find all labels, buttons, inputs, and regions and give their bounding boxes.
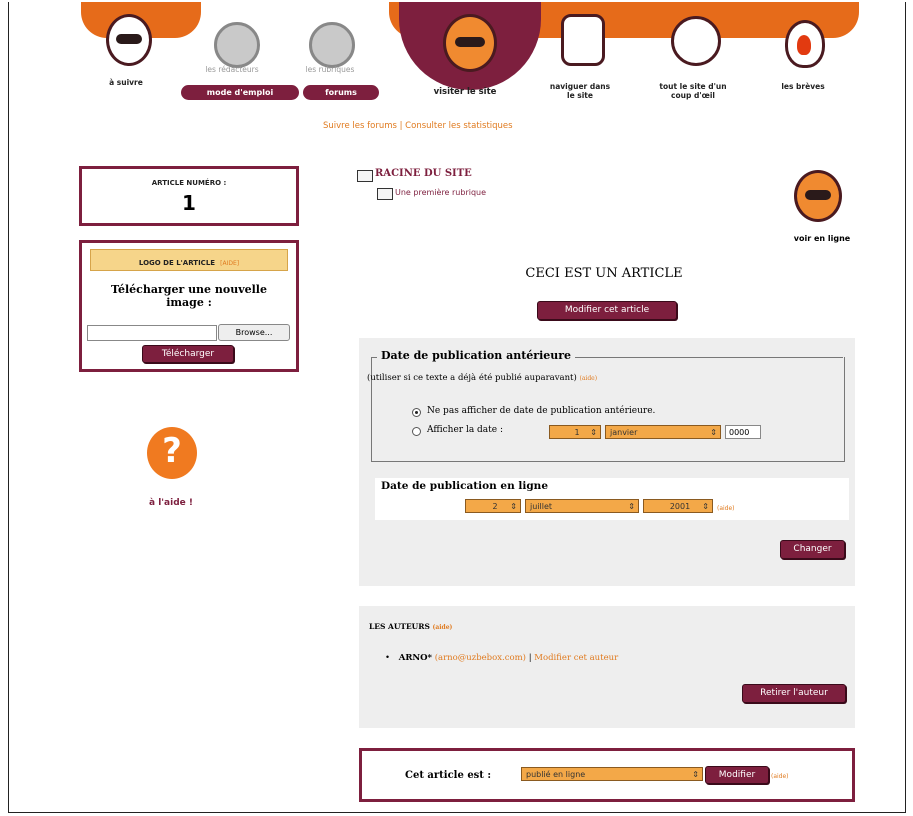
redacteurs-icon[interactable] (214, 22, 260, 68)
help-icon[interactable]: ? (147, 427, 197, 479)
nav-tout-le-site[interactable]: tout le site d'un coup d'œil (649, 82, 737, 100)
en-ligne-day-select[interactable]: 2 ⇕ (465, 499, 521, 513)
voir-en-ligne-icon[interactable] (794, 170, 842, 222)
visiter-icon[interactable] (443, 14, 497, 72)
voir-en-ligne-label[interactable]: voir en ligne (777, 234, 867, 243)
status-modify-button[interactable]: Modifier (705, 766, 769, 784)
upload-label: Télécharger une nouvelle image : (111, 283, 267, 309)
folder-icon (377, 188, 393, 200)
authors-title-row: LES AUTEURS (aide) (369, 622, 453, 631)
flame-icon[interactable] (785, 20, 825, 68)
radio-no-date[interactable] (412, 408, 421, 417)
subnav-links[interactable]: Suivre les forums | Consulter les statis… (323, 121, 513, 131)
anterieure-month-select[interactable]: janvier ⇕ (605, 425, 721, 439)
logo-box-header: LOGO DE L'ARTICLE [AIDE] (90, 249, 288, 271)
status-label: Cet article est : (405, 770, 492, 781)
file-input[interactable] (87, 325, 217, 341)
breadcrumb-root[interactable]: RACINE DU SITE (375, 168, 472, 179)
forums-button[interactable]: forums (303, 85, 379, 100)
article-title: CECI EST UN ARTICLE (525, 266, 683, 281)
rubriques-icon[interactable] (309, 22, 355, 68)
anterieure-note: (utiliser si ce texte a déjà été publié … (367, 373, 598, 383)
logo-box: LOGO DE L'ARTICLE [AIDE] Télécharger une… (79, 240, 299, 372)
en-ligne-year-select[interactable]: 2001 ⇕ (643, 499, 713, 513)
nav-breves[interactable]: les brèves (773, 82, 833, 91)
browse-button[interactable]: Browse... (218, 324, 290, 341)
breadcrumb-rubrique[interactable]: Une première rubrique (395, 188, 486, 197)
author-list-item: • ARNO* (arno@uzbebox.com) | Modifier ce… (385, 653, 619, 663)
remove-author-button[interactable]: Retirer l'auteur (742, 684, 846, 703)
nav-redacteurs[interactable]: les rédacteurs (192, 65, 272, 74)
folder-icon (357, 170, 373, 182)
en-ligne-month-select[interactable]: juillet ⇕ (525, 499, 639, 513)
article-number: 1 (182, 191, 196, 215)
logo-box-title: LOGO DE L'ARTICLE (138, 259, 216, 267)
boots-icon[interactable] (561, 14, 605, 66)
nav-naviguer[interactable]: naviguer dans le site (545, 82, 615, 100)
change-date-button[interactable]: Changer (780, 540, 845, 559)
article-number-label: ARTICLE NUMÉRO : (151, 179, 227, 187)
anterieure-year-input[interactable]: 0000 (725, 425, 761, 439)
nav-a-suivre[interactable]: à suivre (101, 78, 151, 87)
modify-article-button[interactable]: Modifier cet article (537, 301, 677, 320)
modify-author-link[interactable]: Modifier cet auteur (534, 653, 618, 663)
nav-rubriques[interactable]: les rubriques (291, 65, 369, 74)
author-email[interactable]: (arno@uzbebox.com) (435, 653, 526, 663)
radio-show-date[interactable] (412, 427, 421, 436)
en-ligne-aide-link[interactable]: (aide) (717, 505, 735, 512)
help-label[interactable]: à l'aide ! (149, 498, 229, 508)
anterieure-aide-link[interactable]: (aide) (580, 375, 598, 382)
a-suivre-icon[interactable] (106, 14, 152, 66)
helmet-icon[interactable] (671, 16, 721, 66)
radio-show-date-label: Afficher la date : (427, 425, 504, 435)
nav-visiter[interactable]: visiter le site (415, 88, 515, 97)
page-frame: à suivre les rédacteurs les rubriques mo… (8, 2, 906, 813)
authors-aide-link[interactable]: (aide) (433, 624, 453, 631)
mode-emploi-button[interactable]: mode d'emploi (181, 85, 299, 100)
author-name[interactable]: ARNO* (399, 653, 432, 663)
radio-no-date-label: Ne pas afficher de date de publication a… (427, 406, 656, 416)
anterieure-day-select[interactable]: 1 ⇕ (549, 425, 601, 439)
logo-aide-link[interactable]: [AIDE] (220, 260, 239, 267)
article-number-box: ARTICLE NUMÉRO : 1 (79, 166, 299, 226)
upload-button[interactable]: Télécharger (142, 345, 234, 363)
en-ligne-label: Date de publication en ligne (381, 480, 549, 492)
anterieure-legend: Date de publication antérieure (377, 349, 576, 362)
status-aide-link[interactable]: (aide) (771, 773, 789, 780)
status-select[interactable]: publié en ligne ⇕ (521, 767, 703, 781)
